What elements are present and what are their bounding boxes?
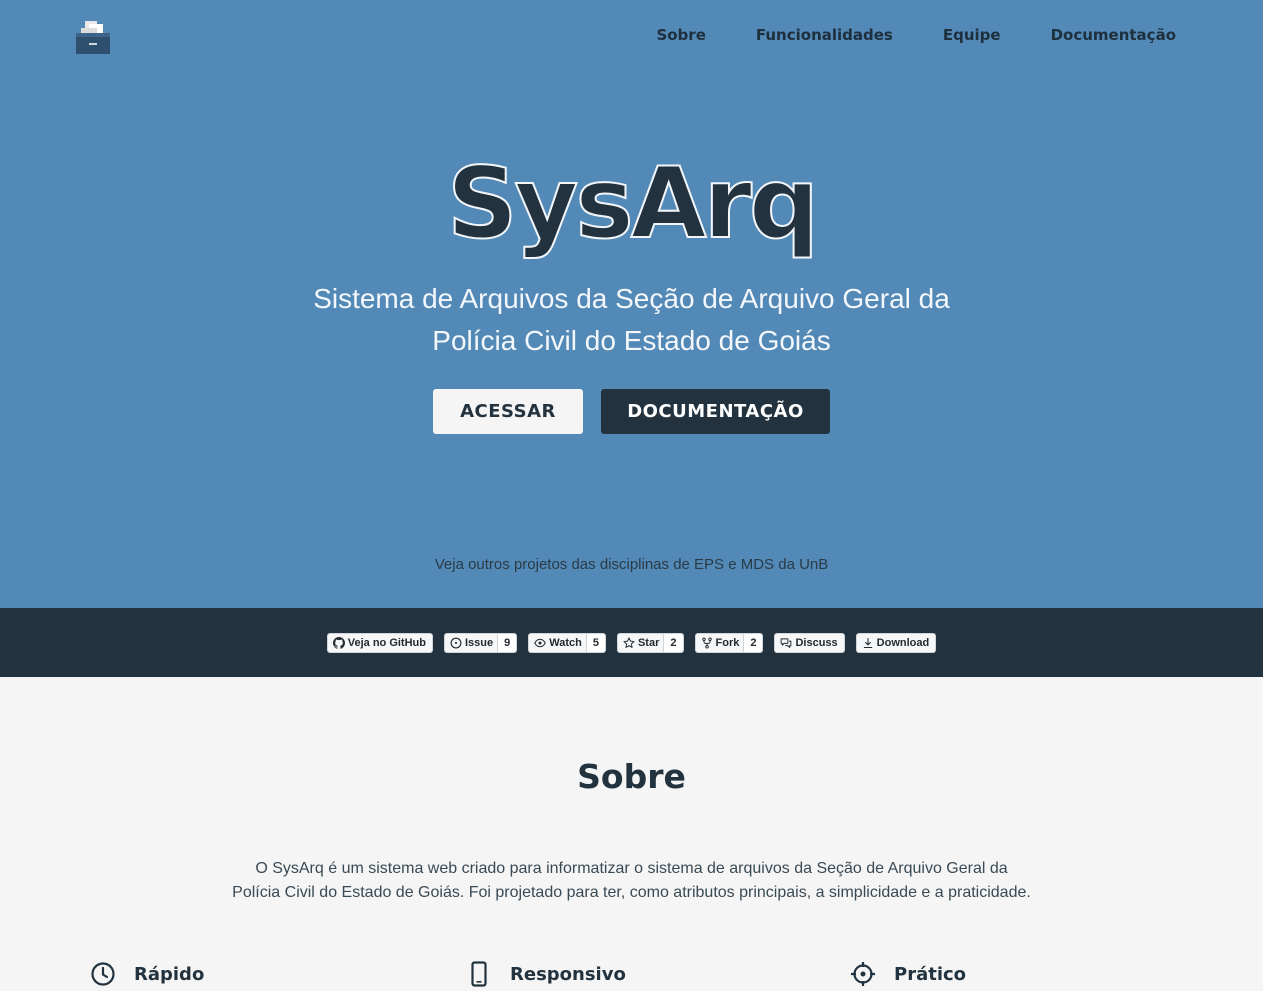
- nav-item-documentacao[interactable]: Documentação: [1051, 26, 1176, 44]
- about-section: Sobre O SysArq é um sistema web criado p…: [0, 677, 1263, 991]
- view-on-github-button[interactable]: Veja no GitHub: [326, 632, 433, 653]
- issue-count: 9: [497, 632, 518, 653]
- crosshair-icon: [850, 961, 876, 987]
- access-button[interactable]: ACESSAR: [433, 389, 583, 434]
- download-button[interactable]: Download: [855, 632, 937, 653]
- other-projects-link[interactable]: Veja outros projetos das disciplinas de …: [0, 556, 1263, 573]
- github-badges-bar: Veja no GitHub Issue 9 Watch 5 Star 2 Fo…: [0, 608, 1263, 677]
- star-label: Star: [637, 636, 660, 649]
- nav-item-equipe[interactable]: Equipe: [943, 26, 1001, 44]
- hero-title: SysArq: [446, 147, 820, 261]
- discuss-label: Discuss: [795, 636, 838, 649]
- hero-buttons: ACESSAR DOCUMENTAÇÃO: [0, 389, 1263, 434]
- feature-label-pratico: Prático: [894, 963, 967, 985]
- hero-section: Sobre Funcionalidades Equipe Documentaçã…: [0, 0, 1263, 608]
- download-icon: [863, 637, 872, 648]
- about-description: O SysArq é um sistema web criado para in…: [232, 860, 1031, 901]
- mobile-icon: [466, 961, 492, 987]
- discuss-button[interactable]: Discuss: [774, 632, 845, 653]
- feature-rapido: Rápido: [90, 961, 204, 987]
- feature-pratico: Prático: [850, 961, 966, 987]
- hero-subtitle: Sistema de Arquivos da Seção de Arquivo …: [313, 283, 950, 356]
- star-button[interactable]: Star 2: [616, 632, 684, 653]
- nav-item-sobre[interactable]: Sobre: [656, 26, 705, 44]
- about-title: Sobre: [577, 757, 686, 796]
- watch-label: Watch: [549, 636, 582, 649]
- fork-button[interactable]: Fork 2: [694, 632, 764, 653]
- fork-count: 2: [743, 632, 764, 653]
- nav-item-funcionalidades[interactable]: Funcionalidades: [756, 26, 893, 44]
- comment-discussion-icon: [781, 637, 792, 648]
- github-label: Veja no GitHub: [347, 636, 426, 649]
- eye-icon: [534, 638, 547, 647]
- feature-responsivo: Responsivo: [466, 961, 626, 987]
- fork-icon: [701, 636, 712, 649]
- watch-button[interactable]: Watch 5: [528, 632, 606, 653]
- feature-label-rapido: Rápido: [134, 963, 205, 985]
- github-icon: [332, 636, 345, 649]
- issue-button[interactable]: Issue 9: [443, 632, 518, 653]
- file-cabinet-logo-icon[interactable]: [75, 19, 111, 55]
- issue-icon: [450, 637, 462, 648]
- feature-label-responsivo: Responsivo: [510, 963, 626, 985]
- download-label: Download: [876, 636, 930, 649]
- star-icon: [623, 636, 635, 648]
- fork-label: Fork: [715, 636, 740, 649]
- documentation-button[interactable]: DOCUMENTAÇÃO: [601, 389, 830, 434]
- issue-label: Issue: [464, 636, 494, 649]
- star-count: 2: [663, 632, 684, 653]
- clock-icon: [90, 961, 116, 987]
- top-nav: Sobre Funcionalidades Equipe Documentaçã…: [656, 26, 1176, 44]
- watch-count: 5: [585, 632, 606, 653]
